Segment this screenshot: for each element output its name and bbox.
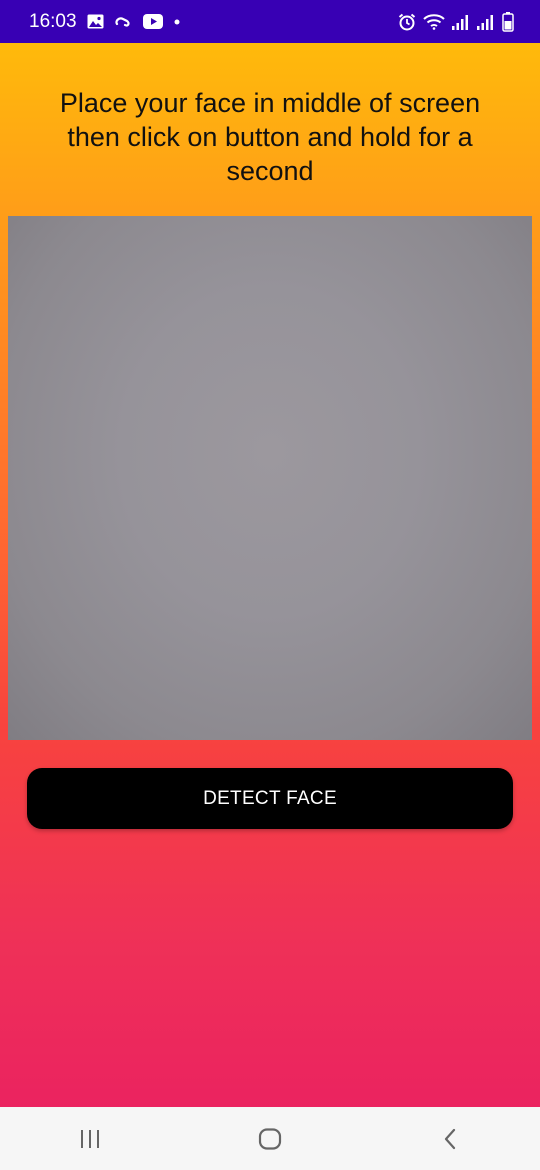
home-button[interactable] [240,1114,300,1164]
alarm-icon [398,13,416,31]
status-time: 16:03 [29,10,77,32]
wifi-icon [423,13,445,30]
link-icon [114,15,133,28]
recent-apps-button[interactable] [60,1114,120,1164]
recent-apps-icon [79,1129,101,1149]
youtube-icon [142,14,163,29]
dot-icon [173,18,181,26]
status-bar: 16:03 [0,0,540,43]
back-button[interactable] [420,1114,480,1164]
battery-icon [502,11,514,32]
signal-icon [477,14,495,30]
signal-icon [452,14,470,30]
navigation-bar [0,1107,540,1170]
instruction-text: Place your face in middle of screen then… [59,88,481,186]
app-screen: 16:03 Place your face in middle of scree… [0,0,540,1170]
home-icon [258,1127,282,1150]
gallery-icon [87,14,104,29]
back-icon [443,1128,457,1150]
detect-face-button[interactable]: DETECT FACE [27,768,513,829]
camera-preview [8,216,532,740]
